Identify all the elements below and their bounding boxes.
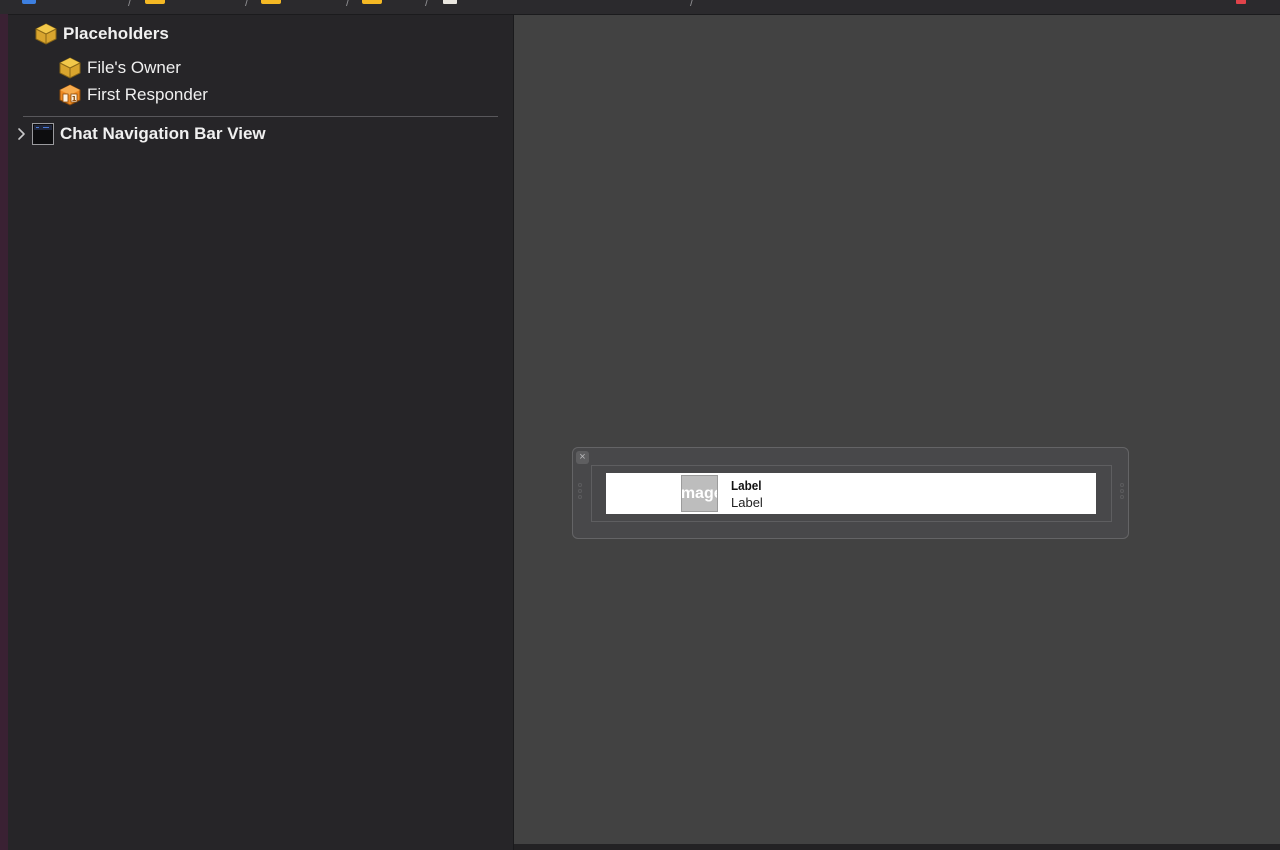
subtitle-label[interactable]: Label — [731, 495, 763, 510]
outline-item-chat-navigation-bar-view[interactable]: Chat Navigation Bar View — [16, 123, 266, 145]
title-label[interactable]: Label — [731, 478, 762, 493]
chevron-right-icon[interactable] — [16, 127, 28, 141]
close-icon[interactable]: × — [576, 451, 589, 464]
first-responder-icon: 1 — [59, 84, 81, 106]
window-edge — [0, 14, 8, 850]
outline-separator — [23, 116, 498, 117]
svg-text:1: 1 — [72, 95, 77, 103]
canvas[interactable] — [514, 15, 1280, 844]
resize-handle-left[interactable] — [578, 483, 582, 501]
outline-item-label: First Responder — [87, 85, 208, 104]
image-view-placeholder[interactable]: Image — [681, 475, 718, 512]
breadcrumb-separator: / — [245, 0, 249, 9]
chat-navigation-bar-view[interactable]: Image Label Label — [606, 473, 1096, 514]
breadcrumb: / / / / / — [0, 0, 1280, 15]
outline-item-files-owner[interactable]: File's Owner — [59, 57, 181, 79]
outline-section-label: Placeholders — [63, 24, 169, 43]
outline-item-label: File's Owner — [87, 58, 181, 77]
resize-handle-right[interactable] — [1120, 483, 1124, 501]
breadcrumb-separator: / — [690, 0, 694, 9]
view-thumbnail-icon — [32, 123, 54, 145]
canvas-bottom-bar — [514, 844, 1280, 850]
document-outline: Placeholders File's Owner 1 First Respon… — [8, 15, 513, 850]
breadcrumb-separator: / — [346, 0, 350, 9]
outline-item-first-responder[interactable]: 1 First Responder — [59, 84, 208, 106]
project-icon[interactable] — [22, 0, 36, 4]
scene-chat-navigation-bar-view[interactable]: × Image Label Label — [572, 447, 1129, 539]
outline-item-label: Chat Navigation Bar View — [60, 124, 266, 143]
issue-icon[interactable] — [1236, 0, 1246, 4]
image-placeholder-text: Image — [681, 484, 717, 502]
folder-icon[interactable] — [261, 0, 281, 4]
breadcrumb-separator: / — [425, 0, 429, 9]
breadcrumb-separator: / — [128, 0, 132, 9]
xib-file-icon[interactable] — [443, 0, 457, 4]
outline-section-placeholders[interactable]: Placeholders — [35, 23, 169, 45]
cube-icon — [59, 57, 81, 79]
cube-icon — [35, 23, 57, 45]
folder-icon[interactable] — [145, 0, 165, 4]
folder-icon[interactable] — [362, 0, 382, 4]
